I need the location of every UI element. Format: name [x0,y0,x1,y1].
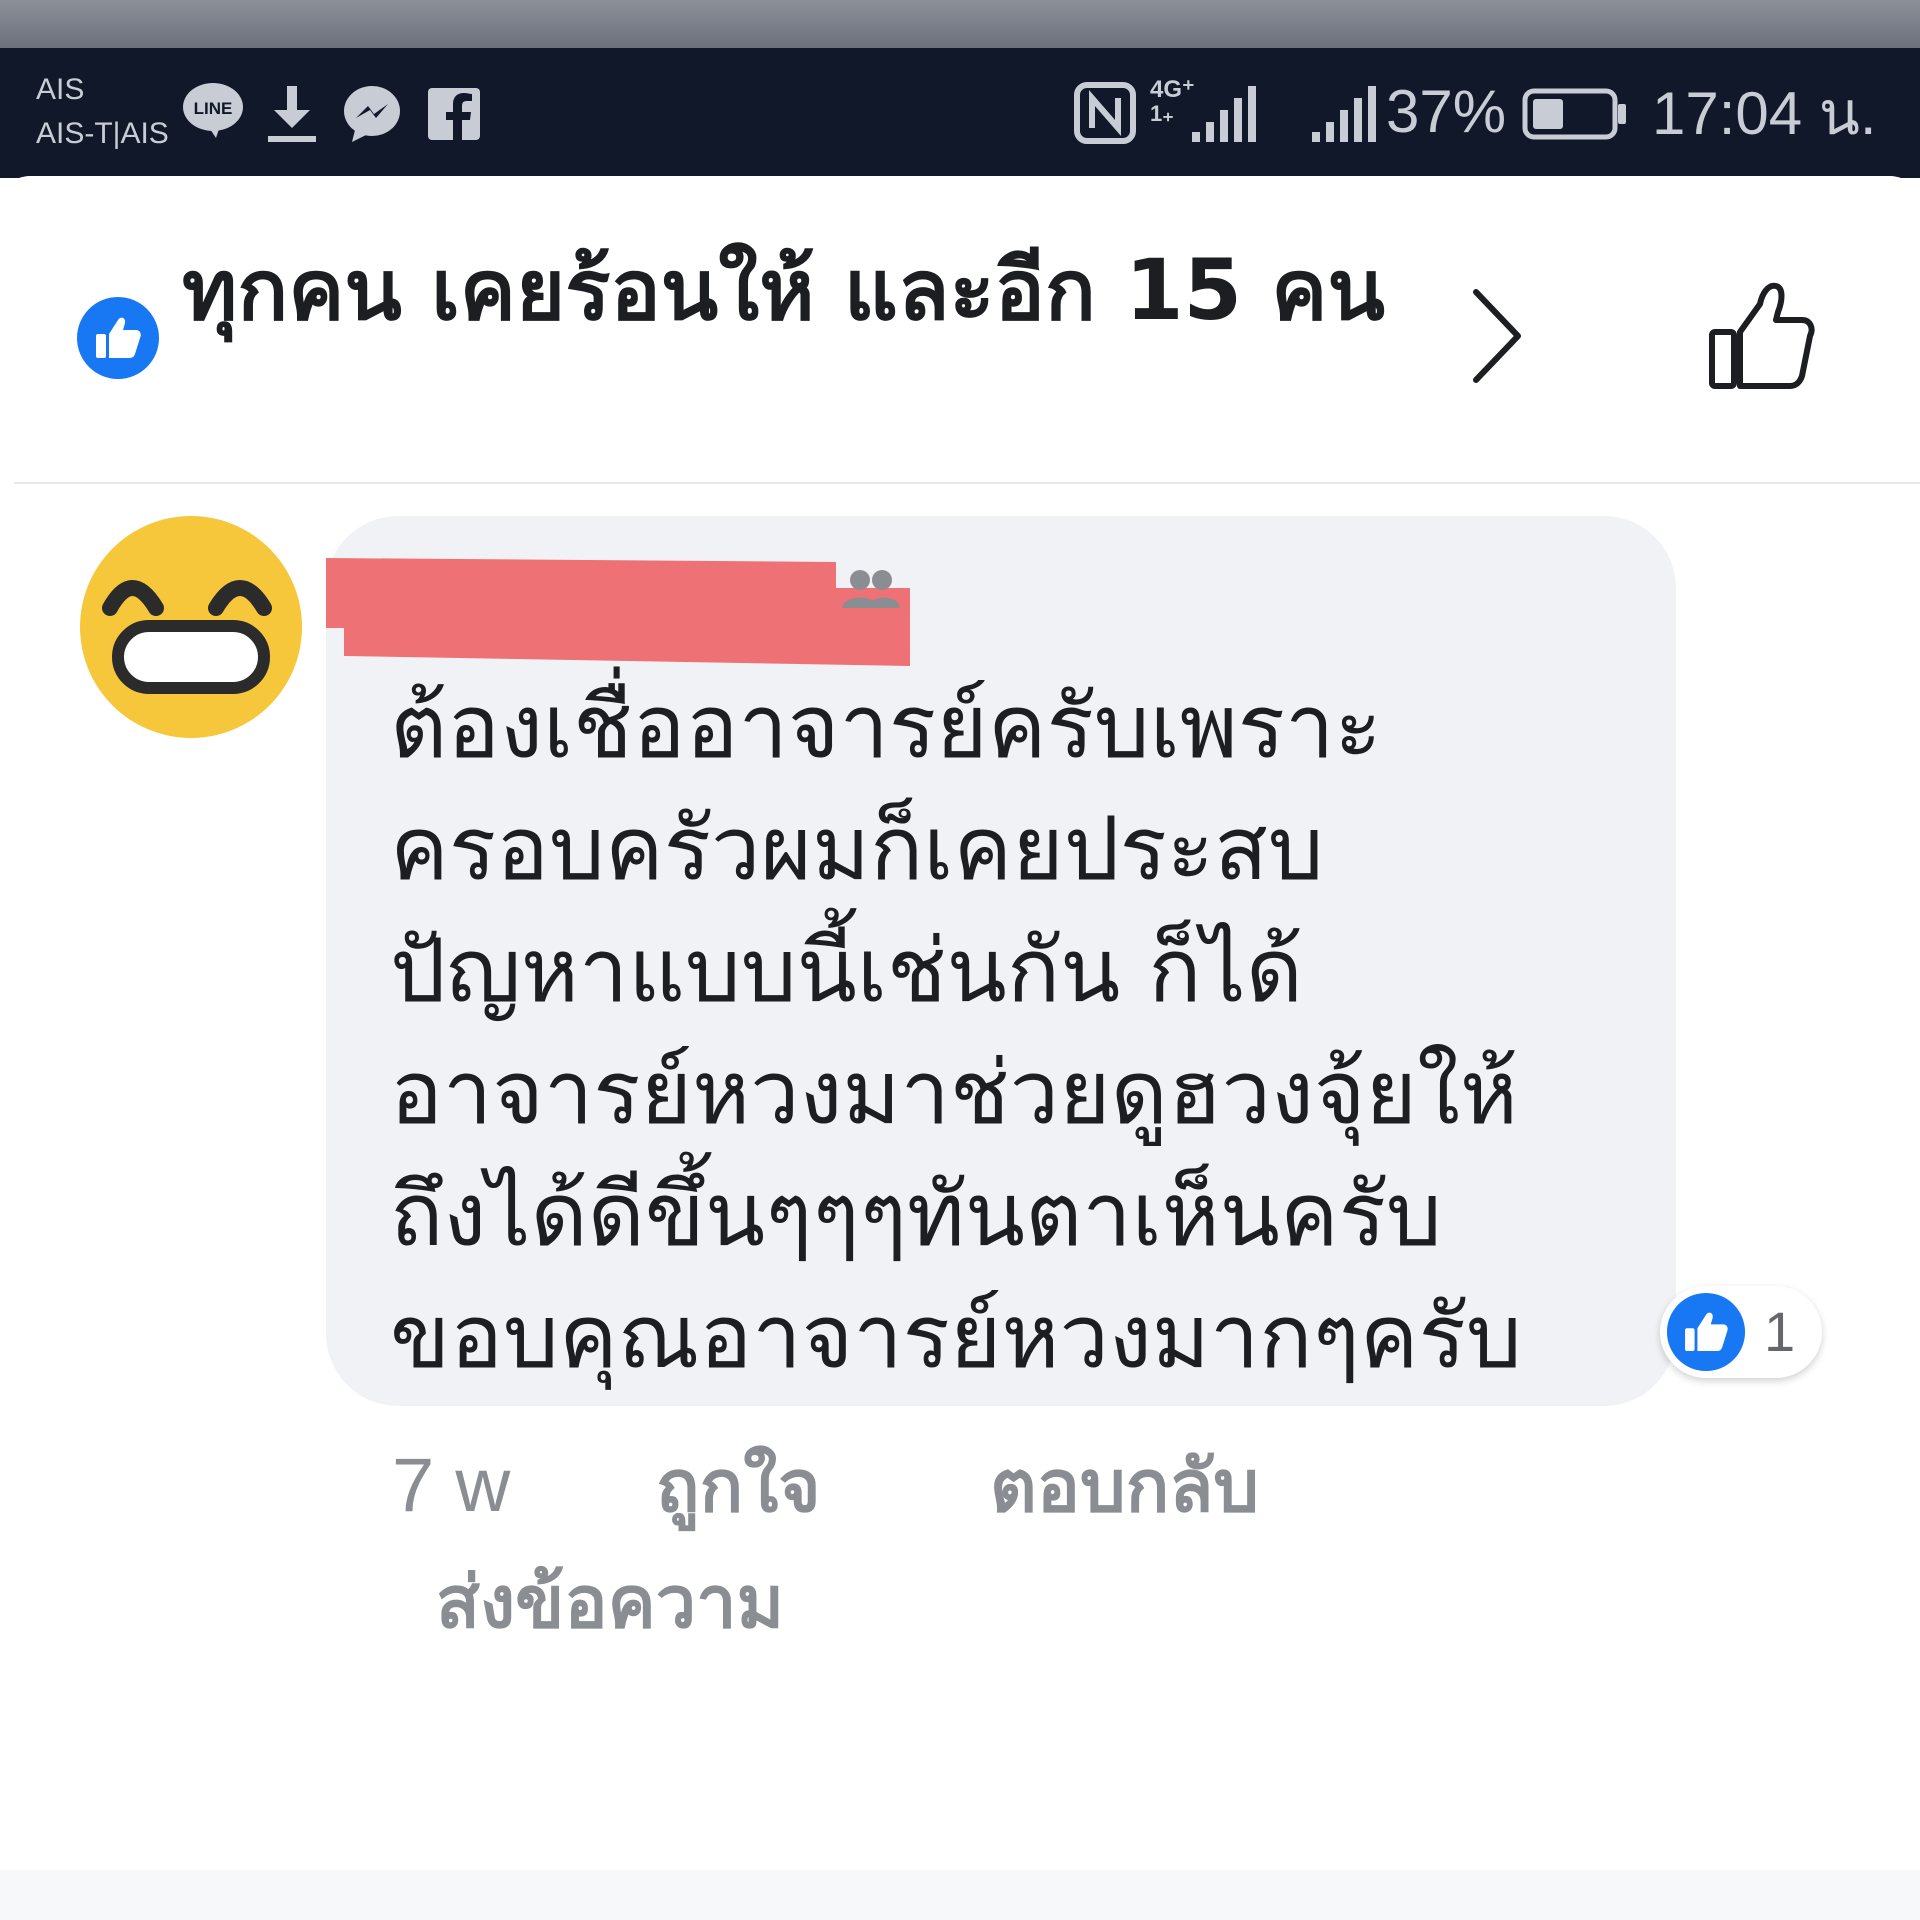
friends-icon [840,568,900,612]
carrier-line-1: AIS [36,73,85,106]
network-sub-label: 1₊ [1150,101,1174,126]
svg-text:LINE: LINE [194,99,233,118]
reply-action-button[interactable]: ตอบกลับ [990,1438,1259,1534]
facebook-icon [428,88,480,144]
comment-timestamp: 7 w [392,1443,511,1528]
like-icon [1666,1292,1746,1372]
signal-icon [1192,82,1260,148]
network-type-icon: 4G⁺ 1₊ [1150,78,1195,126]
comment-text: ต้องเชื่ออาจารย์ครับเพราะ ครอบครัวผมก็เค… [390,675,1522,1388]
redacted-commenter-name [326,548,910,672]
network-label: 4G⁺ [1150,76,1195,103]
comment-reaction-summary[interactable]: 1 [1660,1286,1822,1378]
chevron-right-icon[interactable] [1470,286,1524,390]
like-reaction-icon [76,296,160,384]
carrier-line-2: AIS-T|AIS [36,117,169,150]
carrier-info: AIS AIS-T|AIS [36,68,169,156]
top-edge-strip [0,0,1920,48]
send-message-button[interactable]: ส่งข้อความ [436,1554,784,1650]
clock: 17:04 น. [1652,80,1877,147]
messenger-icon [342,84,402,148]
nfc-icon [1074,82,1136,148]
reactions-title[interactable]: ทุกคน เคยร้อนให้ และอีก 15 คน [182,234,1422,346]
like-action-button[interactable]: ถูกใจ [656,1438,821,1534]
avatar[interactable] [80,516,302,742]
signal-icon-2 [1312,82,1380,148]
header-divider [14,482,1920,484]
line-icon: LINE [182,82,244,144]
battery-icon [1522,88,1628,144]
status-bar: AIS AIS-T|AIS LINE 4G⁺ 1₊ 37% 17:04 น. [0,48,1920,178]
battery-percent: 37% [1386,78,1507,145]
bottom-edge [0,1870,1920,1920]
like-button-outline-icon[interactable] [1708,280,1818,396]
download-icon [262,84,322,148]
reactions-sheet: ทุกคน เคยร้อนให้ และอีก 15 คน ต้องเชื่ออ… [0,176,1920,1920]
reaction-count: 1 [1764,1300,1796,1363]
